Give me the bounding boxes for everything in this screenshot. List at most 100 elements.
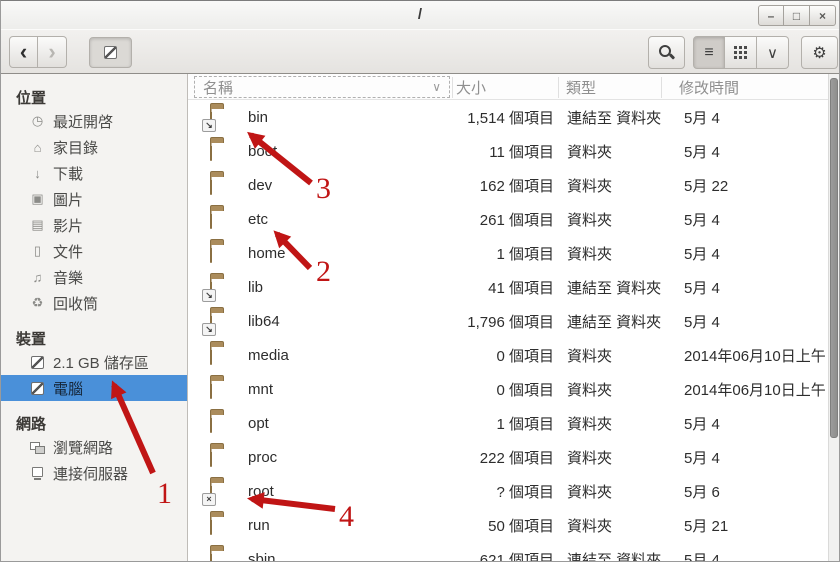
minimize-button[interactable]: – bbox=[758, 5, 784, 26]
file-row-opt[interactable]: opt1 個項目資料夾5月 4 bbox=[188, 406, 839, 440]
file-modified: 2014年06月10日上午 bbox=[680, 379, 839, 400]
file-row-media[interactable]: media0 個項目資料夾2014年06月10日上午 bbox=[188, 338, 839, 372]
sidebar-item-label: 連接伺服器 bbox=[53, 463, 128, 484]
sidebar-heading-devices: 裝置 bbox=[1, 324, 187, 349]
file-name: lib bbox=[248, 279, 434, 296]
view-switcher: ≡ ∨ bbox=[693, 36, 789, 69]
location-pathbar-button[interactable] bbox=[89, 37, 132, 68]
sidebar-item-回收筒[interactable]: ♻回收筒 bbox=[1, 290, 187, 316]
file-size: 621 個項目 bbox=[434, 549, 554, 562]
sidebar-item-音樂[interactable]: ♫ 音樂 bbox=[1, 264, 187, 290]
close-button[interactable]: × bbox=[810, 5, 836, 26]
sidebar-item-label: 圖片 bbox=[53, 189, 83, 210]
file-size: 162 個項目 bbox=[434, 175, 554, 196]
file-type: 資料夾 bbox=[554, 175, 680, 196]
sidebar-item-電腦[interactable]: 電腦 bbox=[1, 375, 187, 401]
forward-button[interactable]: › bbox=[38, 36, 67, 68]
folder-icon bbox=[210, 414, 212, 433]
sidebar-item-連接伺服器[interactable]: 連接伺服器 bbox=[1, 460, 187, 486]
navigation-buttons: ‹ › bbox=[9, 36, 67, 68]
file-name: sbin bbox=[248, 551, 434, 562]
file-row-etc[interactable]: etc261 個項目資料夾5月 4 bbox=[188, 202, 839, 236]
maximize-button[interactable]: □ bbox=[784, 5, 810, 26]
folder-icon bbox=[210, 244, 212, 263]
sidebar-item-最近開啓[interactable]: ◷最近開啓 bbox=[1, 108, 187, 134]
scrollbar[interactable] bbox=[828, 74, 839, 561]
file-modified: 5月 4 bbox=[680, 447, 839, 468]
back-button[interactable]: ‹ bbox=[9, 36, 38, 68]
file-type: 資料夾 bbox=[554, 413, 680, 434]
sidebar-item-家目錄[interactable]: ⌂家目錄 bbox=[1, 134, 187, 160]
file-modified: 5月 6 bbox=[680, 481, 839, 502]
file-icon-cell bbox=[210, 449, 248, 466]
chevron-down-icon: ∨ bbox=[767, 44, 778, 62]
column-header-name[interactable]: 名稱 ∨ bbox=[194, 76, 450, 98]
main-area: 位置 ◷最近開啓⌂家目錄↓下載▣圖片▤影片▯文件♫音樂♻回收筒 裝置 2.1 G… bbox=[1, 74, 839, 561]
gear-icon: ⚙ bbox=[812, 43, 826, 63]
file-size: 1,514 個項目 bbox=[434, 107, 554, 128]
file-row-run[interactable]: run50 個項目資料夾5月 21 bbox=[188, 508, 839, 542]
file-row-root[interactable]: ×root? 個項目資料夾5月 6 bbox=[188, 474, 839, 508]
file-icon-cell bbox=[210, 177, 248, 194]
window-title: / bbox=[1, 6, 839, 23]
folder-icon bbox=[210, 346, 212, 365]
file-icon-cell bbox=[210, 347, 248, 364]
sidebar-item-圖片[interactable]: ▣圖片 bbox=[1, 186, 187, 212]
file-row-proc[interactable]: proc222 個項目資料夾5月 4 bbox=[188, 440, 839, 474]
sidebar-item-下載[interactable]: ↓下載 bbox=[1, 160, 187, 186]
grid-view-button[interactable] bbox=[725, 36, 757, 69]
file-list-pane: 名稱 ∨ 大小 類型 修改時間 ↘ bin1,514 個項目連結至 資料夾 5月 4… bbox=[188, 74, 839, 561]
file-name: etc bbox=[248, 211, 434, 228]
sidebar-item-瀏覽網路[interactable]: 瀏覽網路 bbox=[1, 434, 187, 460]
videos-icon: ▤ bbox=[28, 217, 47, 233]
column-header-type[interactable]: 類型 bbox=[558, 77, 661, 98]
file-name: media bbox=[248, 347, 434, 364]
file-row-lib64[interactable]: ↘lib641,796 個項目連結至 資料夾5月 4 bbox=[188, 304, 839, 338]
sidebar-item-2.1 GB 儲存區[interactable]: 2.1 GB 儲存區 bbox=[1, 349, 187, 375]
file-row-bin[interactable]: ↘bin1,514 個項目連結至 資料夾5月 4 bbox=[188, 100, 839, 134]
file-row-mnt[interactable]: mnt0 個項目資料夾2014年06月10日上午 bbox=[188, 372, 839, 406]
folder-icon bbox=[210, 516, 212, 535]
column-header-name-label: 名稱 bbox=[203, 77, 233, 98]
sidebar-item-影片[interactable]: ▤ 影片 bbox=[1, 212, 187, 238]
file-name: opt bbox=[248, 415, 434, 432]
settings-button[interactable]: ⚙ bbox=[801, 36, 838, 69]
file-size: 50 個項目 bbox=[434, 515, 554, 536]
sidebar-item-label: 瀏覽網路 bbox=[53, 437, 113, 458]
sidebar-item-label: 音樂 bbox=[53, 267, 83, 288]
file-row-dev[interactable]: dev162 個項目資料夾5月 22 bbox=[188, 168, 839, 202]
file-size: 261 個項目 bbox=[434, 209, 554, 230]
sidebar-section-places: 位置 ◷最近開啓⌂家目錄↓下載▣圖片▤影片▯文件♫音樂♻回收筒 bbox=[1, 83, 187, 316]
music-icon: ♫ bbox=[28, 270, 47, 285]
file-icon-cell bbox=[210, 381, 248, 398]
file-rows: ↘ bin1,514 個項目連結至 資料夾 5月 4 boot11 個項目資料夾5月 … bbox=[188, 100, 839, 561]
symlink-emblem-icon: ↘ bbox=[202, 289, 216, 302]
file-modified: 5月 21 bbox=[680, 515, 839, 536]
file-icon-cell: ↘ bbox=[210, 279, 248, 296]
no-access-emblem-icon: × bbox=[202, 493, 216, 506]
search-button[interactable] bbox=[648, 36, 685, 69]
folder-icon: ↘ bbox=[210, 108, 212, 127]
column-header-size[interactable]: 大小 bbox=[452, 77, 558, 98]
file-icon-cell: ↘ bbox=[210, 551, 248, 562]
file-type: 連結至 資料夾 bbox=[554, 549, 680, 562]
file-row-sbin[interactable]: ↘sbin621 個項目連結至 資料夾5月 4 bbox=[188, 542, 839, 561]
file-size: 1 個項目 bbox=[434, 243, 554, 264]
file-size: 222 個項目 bbox=[434, 447, 554, 468]
file-row-home[interactable]: home1 個項目資料夾5月 4 bbox=[188, 236, 839, 270]
file-icon-cell bbox=[210, 211, 248, 228]
file-name: bin bbox=[248, 109, 434, 126]
sidebar-item-label: 回收筒 bbox=[53, 293, 98, 314]
view-options-button[interactable]: ∨ bbox=[757, 36, 789, 69]
file-row-lib[interactable]: ↘lib41 個項目連結至 資料夾5月 4 bbox=[188, 270, 839, 304]
list-view-button[interactable]: ≡ bbox=[693, 36, 725, 69]
file-size: 1,796 個項目 bbox=[434, 311, 554, 332]
scrollbar-thumb[interactable] bbox=[830, 78, 838, 438]
symlink-emblem-icon: ↘ bbox=[202, 119, 216, 132]
column-header-modified[interactable]: 修改時間 bbox=[661, 77, 839, 98]
folder-icon: ↘ bbox=[210, 278, 212, 297]
file-row-boot[interactable]: boot11 個項目資料夾5月 4 bbox=[188, 134, 839, 168]
sidebar-item-文件[interactable]: ▯文件 bbox=[1, 238, 187, 264]
file-icon-cell: ↘ bbox=[210, 109, 248, 126]
sidebar-item-label: 影片 bbox=[53, 215, 83, 236]
